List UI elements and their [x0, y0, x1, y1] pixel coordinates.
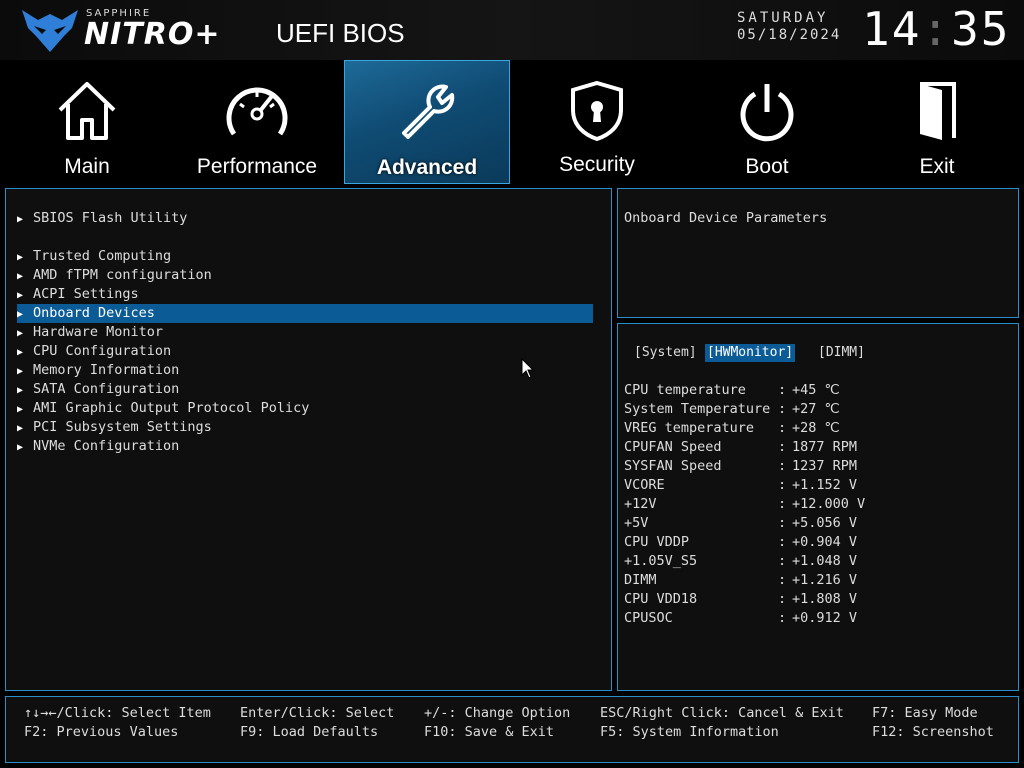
hw-tab-dimm[interactable]: [DIMM]: [818, 344, 865, 362]
tab-advanced[interactable]: Advanced: [344, 60, 510, 184]
hint-cancel-exit: ESC/Right Click: Cancel & Exit: [600, 705, 844, 721]
day-of-week: SATURDAY: [737, 10, 829, 26]
submenu-arrow-icon: ▶: [17, 347, 24, 358]
tab-performance-label: Performance: [196, 155, 318, 178]
bios-title: UEFI BIOS: [276, 18, 405, 48]
submenu-arrow-icon: ▶: [17, 328, 24, 339]
hint-screenshot: F12: Screenshot: [872, 724, 994, 740]
submenu-arrow-icon: ▶: [17, 442, 24, 453]
hint-previous-values: F2: Previous Values: [24, 724, 179, 740]
menu-item-sbios-flash[interactable]: ▶ SBIOS Flash Utility: [17, 209, 593, 228]
submenu-arrow-icon: ▶: [17, 252, 24, 263]
advanced-menu-panel: ▶ SBIOS Flash Utility ▶ Trusted Computing …: [5, 188, 612, 691]
hint-change-option: +/-: Change Option: [424, 705, 571, 721]
hw-tab-hwmonitor[interactable]: [HWMonitor]: [705, 344, 796, 362]
tab-main[interactable]: Main: [4, 60, 170, 184]
tab-exit-label: Exit: [919, 155, 955, 178]
menu-item-trusted-computing[interactable]: ▶ Trusted Computing: [17, 247, 593, 266]
submenu-arrow-icon: ▶: [17, 404, 24, 415]
submenu-arrow-icon: ▶: [17, 271, 24, 282]
menu-item-acpi-settings[interactable]: ▶ ACPI Settings: [17, 285, 593, 304]
submenu-arrow-icon: ▶: [17, 214, 24, 225]
hint-enter-select: Enter/Click: Select: [240, 705, 395, 721]
home-icon: [58, 82, 116, 140]
nitro-logo-icon: [22, 10, 78, 52]
submenu-arrow-icon: ▶: [17, 366, 24, 377]
menu-item-cpu-configuration[interactable]: ▶ CPU Configuration: [17, 342, 593, 361]
door-exit-icon: [920, 82, 956, 140]
date-display: 05/18/2024: [737, 27, 842, 43]
hint-easy-mode: F7: Easy Mode: [872, 705, 978, 721]
brand-name-logo: NITRO+: [84, 17, 221, 52]
tab-security[interactable]: Security: [514, 60, 680, 184]
clock-separator: :: [921, 2, 952, 56]
menu-item-hardware-monitor[interactable]: ▶ Hardware Monitor: [17, 323, 593, 342]
help-description: Onboard Device Parameters: [624, 210, 828, 226]
menu-item-ami-gop-policy[interactable]: ▶ AMI Graphic Output Protocol Policy: [17, 399, 593, 418]
clock: 14:35: [862, 2, 1010, 56]
menu-item-sata-configuration[interactable]: ▶ SATA Configuration: [17, 380, 593, 399]
clock-minutes: 35: [951, 2, 1011, 56]
tab-security-label: Security: [559, 153, 635, 176]
hw-tab-system[interactable]: [System]: [634, 344, 697, 362]
tab-exit[interactable]: Exit: [854, 60, 1020, 184]
shield-lock-icon: [571, 80, 623, 142]
help-panel: Onboard Device Parameters: [617, 188, 1019, 318]
header-bar: SAPPHIRE NITRO+ UEFI BIOS SATURDAY 05/18…: [0, 0, 1024, 60]
mouse-cursor-icon: [521, 358, 535, 379]
tab-advanced-label: Advanced: [376, 156, 478, 179]
submenu-arrow-icon: ▶: [17, 290, 24, 301]
submenu-arrow-icon: ▶: [17, 309, 24, 320]
menu-item-pci-subsystem[interactable]: ▶ PCI Subsystem Settings: [17, 418, 593, 437]
main-tab-bar: Main Performance Advanced Security Boot …: [0, 60, 1024, 186]
tab-performance[interactable]: Performance: [174, 60, 340, 184]
hint-system-information: F5: System Information: [600, 724, 779, 740]
speedometer-icon: [226, 87, 288, 136]
menu-item-onboard-devices[interactable]: ▶ Onboard Devices: [17, 304, 593, 323]
submenu-arrow-icon: ▶: [17, 423, 24, 434]
hw-monitor-panel: [System] [HWMonitor] [DIMM] CPU temperat…: [617, 323, 1019, 691]
tab-boot[interactable]: Boot: [684, 60, 850, 184]
wrench-icon: [402, 84, 455, 139]
submenu-arrow-icon: ▶: [17, 385, 24, 396]
tab-main-label: Main: [64, 155, 110, 178]
menu-item-nvme-configuration[interactable]: ▶ NVMe Configuration: [17, 437, 593, 456]
hint-save-exit: F10: Save & Exit: [424, 724, 555, 740]
key-help-footer: ↑↓→←/Click: Select Item Enter/Click: Sel…: [5, 696, 1019, 763]
hint-select-item: ↑↓→←/Click: Select Item: [24, 705, 211, 721]
power-icon: [740, 84, 794, 142]
menu-item-memory-information[interactable]: ▶ Memory Information: [17, 361, 593, 380]
hint-load-defaults: F9: Load Defaults: [240, 724, 379, 740]
tab-boot-label: Boot: [745, 155, 789, 178]
clock-hours: 14: [862, 2, 922, 56]
menu-item-amd-ftpm[interactable]: ▶ AMD fTPM configuration: [17, 266, 593, 285]
